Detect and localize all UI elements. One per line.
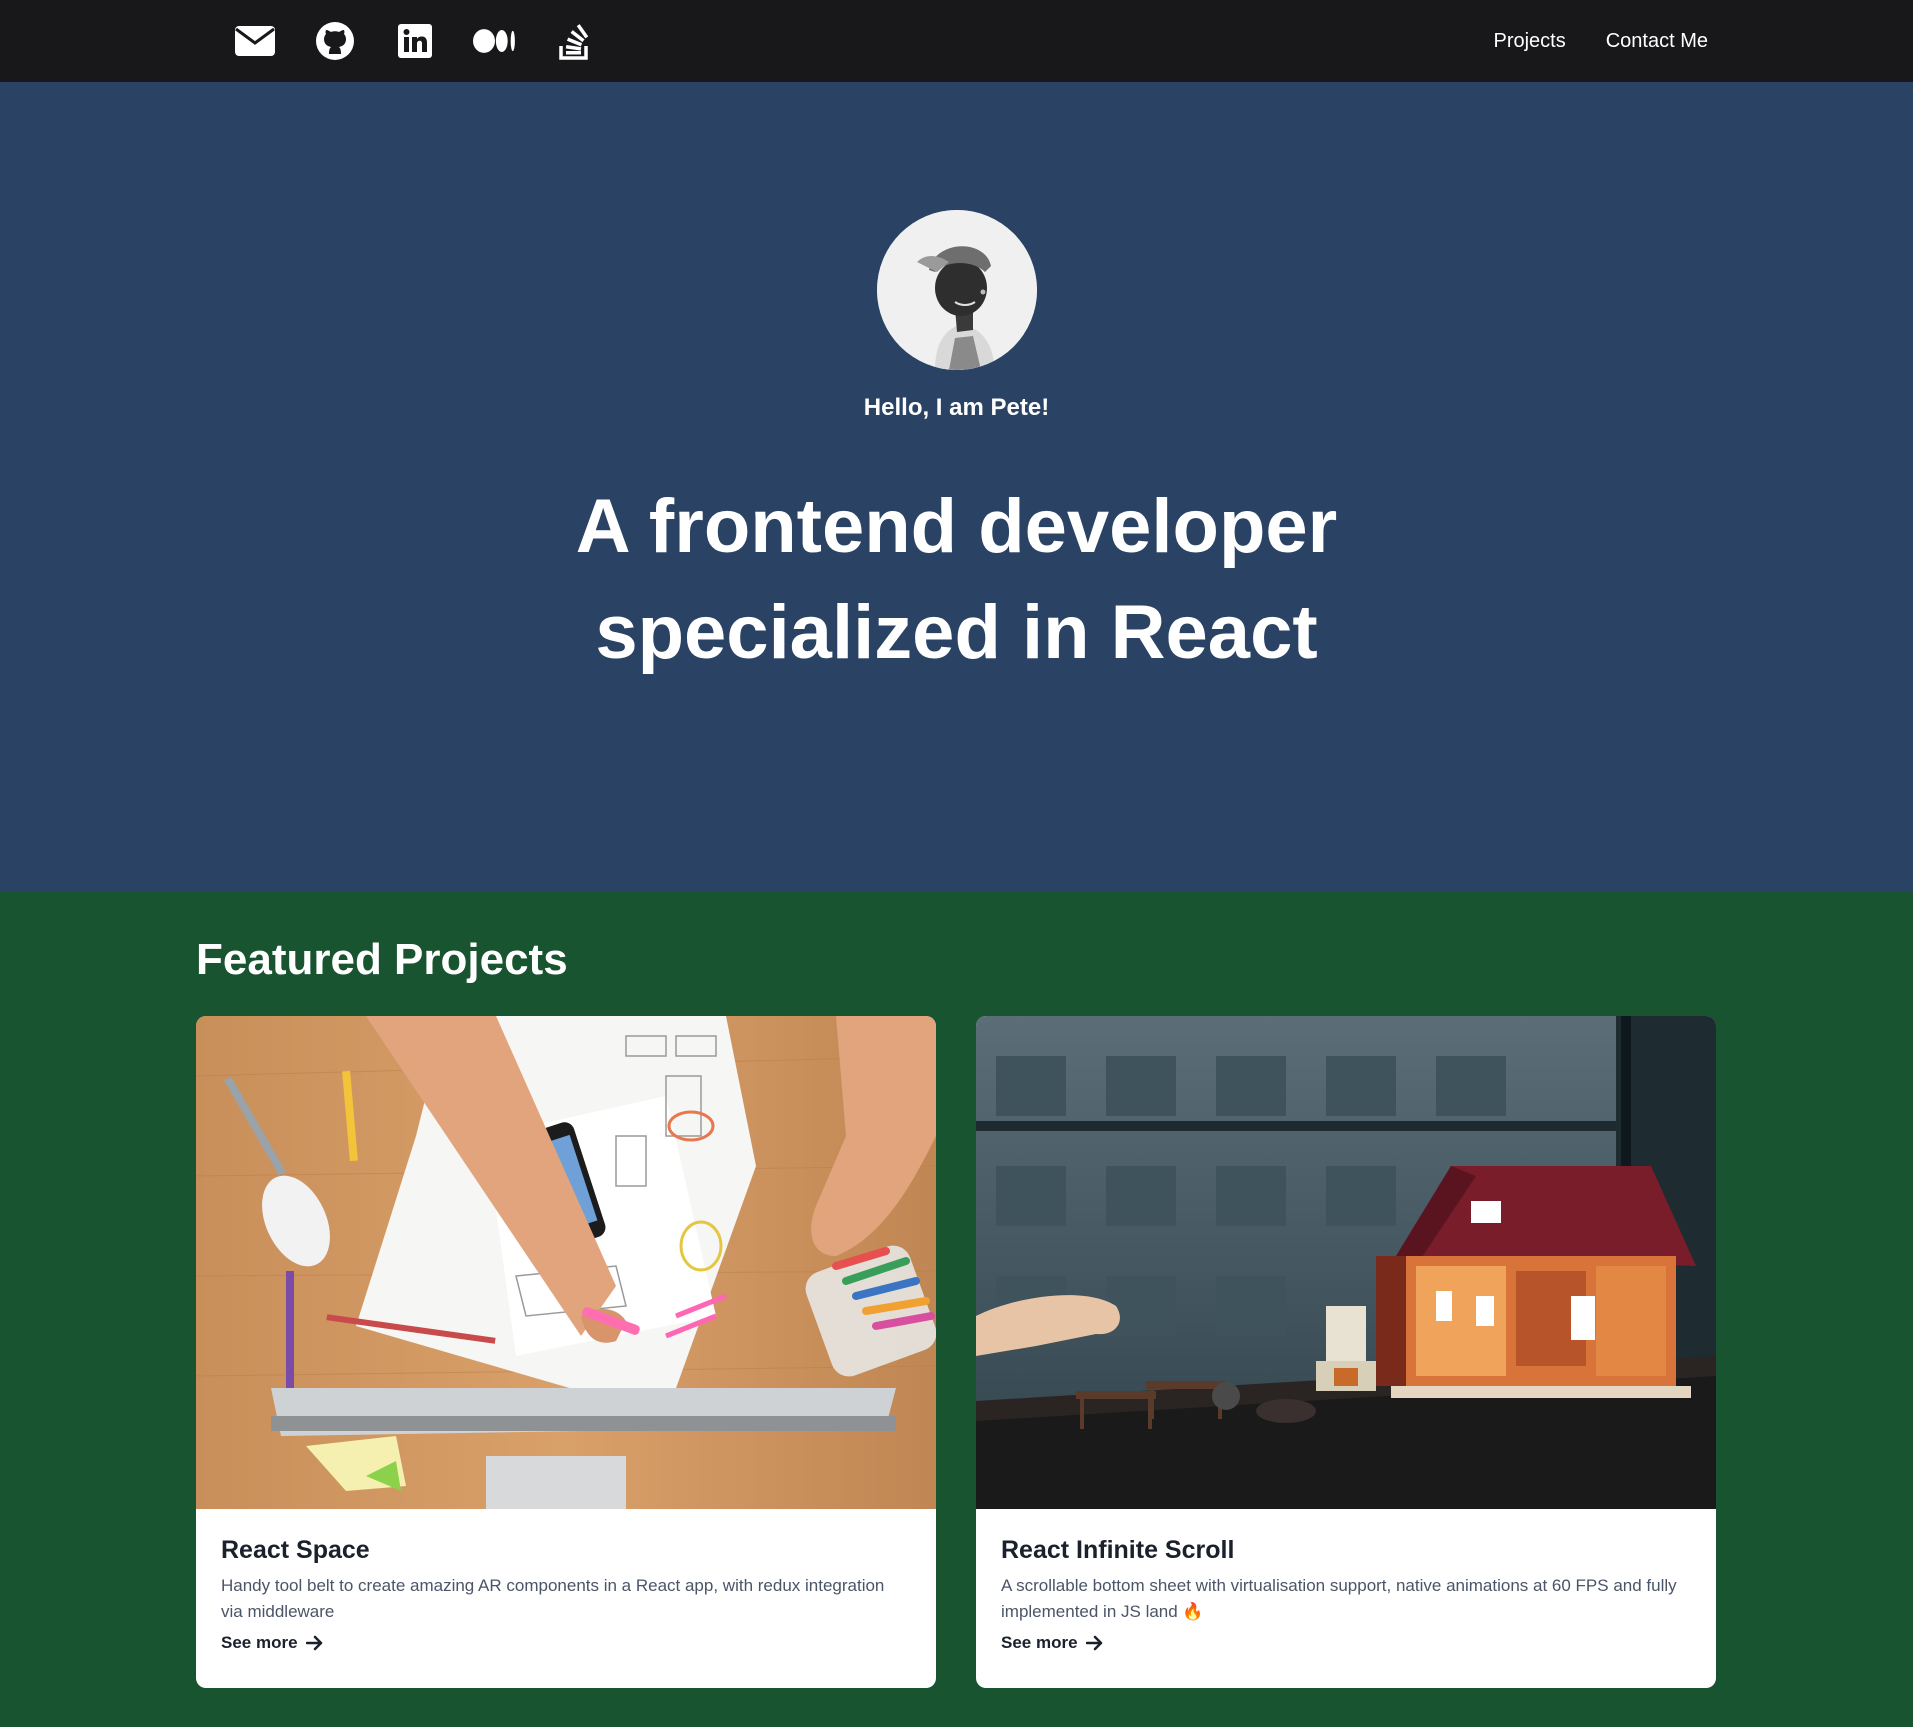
see-more-label: See more (221, 1633, 298, 1652)
envelope-icon[interactable] (233, 19, 277, 63)
top-navigation: Projects Contact Me (0, 0, 1913, 82)
nav-link-projects[interactable]: Projects (1493, 30, 1565, 53)
see-more-link[interactable]: See more (221, 1633, 324, 1653)
nav-link-contact[interactable]: Contact Me (1606, 30, 1708, 53)
arrow-right-icon (1085, 1635, 1102, 1651)
card-body: React Space Handy tool belt to create am… (196, 1509, 936, 1653)
card-title: React Space (221, 1536, 370, 1564)
card-title: React Infinite Scroll (1001, 1536, 1235, 1564)
project-image-desk (196, 1016, 936, 1509)
medium-icon[interactable] (473, 19, 517, 63)
see-more-label: See more (1001, 1633, 1078, 1652)
card-description: A scrollable bottom sheet with virtualis… (1001, 1576, 1677, 1621)
card-body: React Infinite Scroll A scrollable botto… (976, 1509, 1716, 1653)
hero-headline-line1: A frontend developer (575, 484, 1338, 569)
see-more-link[interactable]: See more (1001, 1633, 1104, 1653)
projects-title: Featured Projects (196, 935, 568, 984)
project-card-react-space: React Space Handy tool belt to create am… (196, 1016, 936, 1688)
linkedin-icon[interactable] (393, 19, 437, 63)
hero-headline: A frontend developer specialized in Reac… (507, 474, 1407, 686)
hero-greeting: Hello, I am Pete! (863, 394, 1050, 421)
github-icon[interactable] (313, 19, 357, 63)
card-description: Handy tool belt to create amazing AR com… (221, 1576, 885, 1621)
social-links (233, 19, 597, 63)
nav-links: Projects Contact Me (1493, 30, 1708, 53)
project-image-dollhouse (976, 1016, 1716, 1509)
arrow-right-icon (305, 1635, 322, 1651)
hero-headline-line2: specialized in React (595, 590, 1318, 675)
avatar (876, 210, 1037, 370)
stackoverflow-icon[interactable] (553, 19, 597, 63)
project-card-react-infinite-scroll: React Infinite Scroll A scrollable botto… (976, 1016, 1716, 1688)
projects-section: Featured Projects React Space Handy tool… (196, 891, 1717, 1688)
hero-section: Hello, I am Pete! A frontend developer s… (0, 82, 1913, 891)
project-cards: React Space Handy tool belt to create am… (196, 1016, 1717, 1688)
